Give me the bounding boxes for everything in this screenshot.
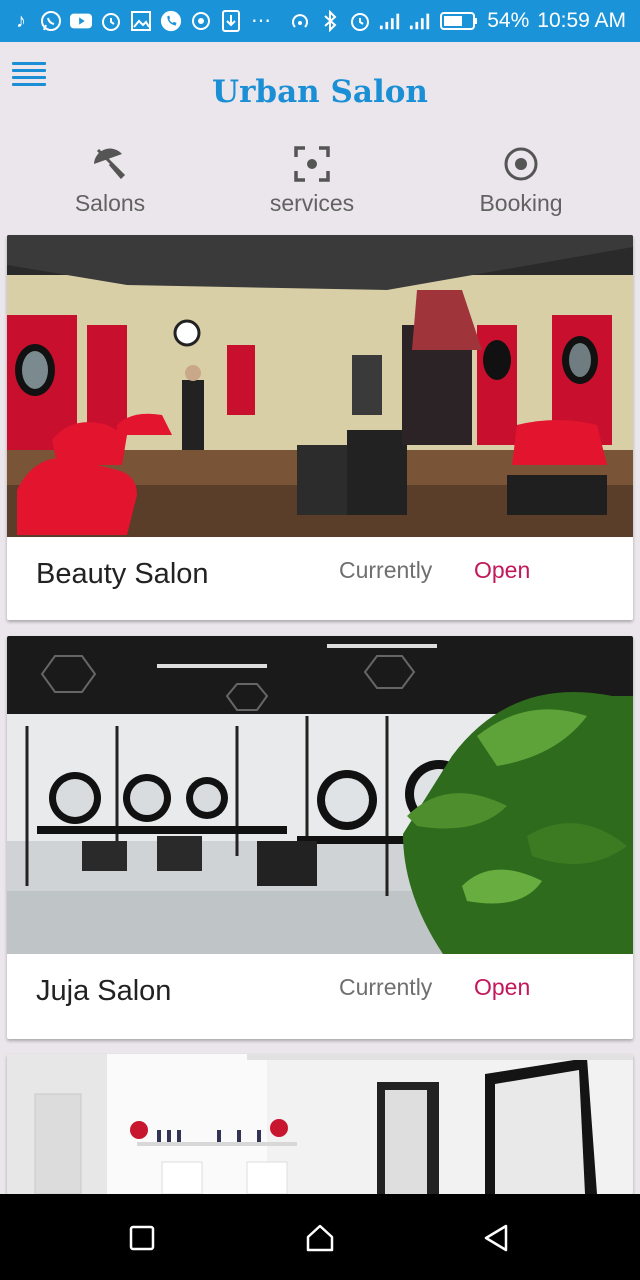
salon-card[interactable]: Beauty Salon Currently Open [7, 235, 633, 620]
home-icon[interactable] [298, 1220, 342, 1256]
system-nav-bar [0, 1194, 640, 1280]
alarm-icon [349, 10, 371, 32]
salon-info: Juja Salon Currently Open [7, 954, 633, 1038]
whatsapp-icon [40, 10, 62, 32]
salon-photo [7, 636, 633, 954]
download-icon [220, 10, 242, 32]
currently-label: Currently [339, 974, 433, 1000]
salon-info: Beauty Salon Currently Open [7, 537, 633, 620]
salon-card[interactable] [7, 1054, 633, 1194]
battery-percent: 54% [487, 9, 530, 32]
umbrella-off-icon [94, 148, 126, 179]
tab-booking[interactable]: Booking [431, 140, 611, 224]
status-bar: ♪ ⋯ 54% 10:59 AM [0, 0, 640, 42]
hotspot-icon [289, 10, 311, 32]
menu-line [12, 62, 46, 65]
signal-h-plus-icon [409, 10, 431, 32]
tab-label: services [269, 190, 355, 216]
tab-bar: Salons services Booking [0, 140, 640, 228]
salon-name: Beauty Salon [36, 558, 209, 590]
status-bar-system: 54% 10:59 AM [289, 9, 626, 33]
clock: 10:59 AM [537, 9, 626, 32]
tab-salons[interactable]: Salons [20, 140, 200, 224]
focus-icon [294, 146, 330, 182]
back-triangle-icon[interactable] [474, 1220, 518, 1256]
recents-square-icon[interactable] [120, 1220, 164, 1256]
app-bar: Urban Salon [0, 42, 640, 130]
youtube-icon [70, 10, 92, 32]
tab-services[interactable]: services [222, 140, 402, 224]
salon-photo [7, 1054, 633, 1194]
phone-icon [160, 10, 182, 32]
tab-label: Booking [479, 190, 563, 216]
app-title: Urban Salon [212, 74, 428, 110]
target-icon [190, 10, 212, 32]
more-dots-icon: ⋯ [251, 10, 271, 32]
salon-name: Juja Salon [36, 975, 172, 1007]
salon-card[interactable]: Juja Salon Currently Open [7, 636, 633, 1039]
menu-line [12, 69, 46, 72]
status-bar-notifications: ♪ ⋯ [10, 10, 272, 32]
alarm-icon [100, 10, 122, 32]
music-note-icon: ♪ [16, 10, 26, 32]
open-status: Open [474, 974, 531, 1000]
bluetooth-icon [319, 10, 341, 32]
tab-label: Salons [74, 190, 146, 216]
signal-icon [379, 10, 401, 32]
open-status: Open [474, 557, 531, 583]
battery-icon [439, 10, 479, 32]
currently-label: Currently [339, 557, 433, 583]
salon-photo [7, 235, 633, 537]
image-icon [130, 10, 152, 32]
radio-target-icon [504, 147, 538, 181]
